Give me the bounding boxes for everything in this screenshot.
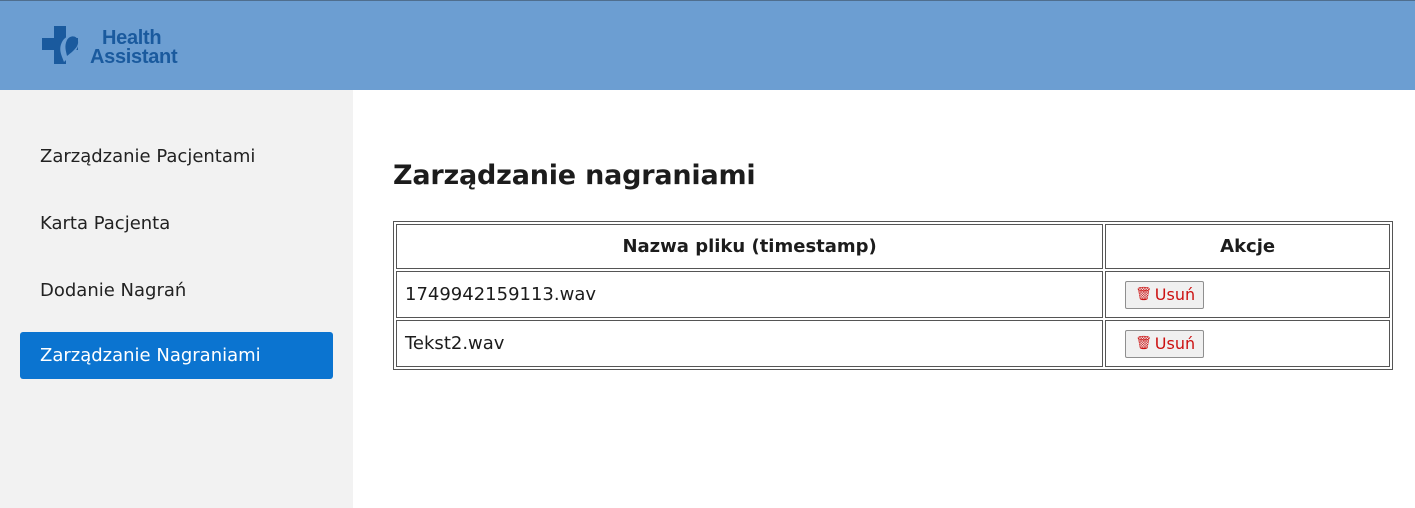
logo-line2: Assistant [90,46,178,68]
column-header-filename: Nazwa pliku (timestamp) [396,224,1104,269]
delete-button-label: Usuń [1154,285,1196,304]
sidebar-item-patients[interactable]: Zarządzanie Pacjentami [20,133,333,180]
sidebar-item-manage-recordings[interactable]: Zarządzanie Nagraniami [20,332,333,379]
logo-text: Health Assistant [90,28,178,68]
delete-button[interactable]: 🗑 Usuń [1125,329,1205,358]
delete-button-label: Usuń [1154,334,1196,353]
trash-icon: 🗑 [1135,336,1152,351]
delete-button[interactable]: 🗑 Usuń [1125,280,1205,309]
sidebar-item-patient-card[interactable]: Karta Pacjenta [20,200,333,247]
medical-cross-heart-icon [42,26,79,64]
top-header: Health Assistant [0,0,1415,90]
main-content: Zarządzanie nagraniami Nazwa pliku (time… [353,90,1415,508]
actions-cell: 🗑 Usuń [1105,320,1390,367]
app-root: Health Assistant Zarządzanie Pacjentami … [0,0,1415,508]
logo[interactable]: Health Assistant [40,23,178,71]
trash-icon: 🗑 [1135,287,1152,302]
actions-cell: 🗑 Usuń [1105,271,1390,318]
column-header-actions: Akcje [1105,224,1390,269]
table-row: Tekst2.wav 🗑 Usuń [396,320,1390,367]
filename-cell: Tekst2.wav [396,320,1104,367]
sidebar-item-add-recordings[interactable]: Dodanie Nagrań [20,267,333,314]
table-row: 1749942159113.wav 🗑 Usuń [396,271,1390,318]
page-title: Zarządzanie nagraniami [393,160,756,191]
recordings-table: Nazwa pliku (timestamp) Akcje 1749942159… [393,221,1393,370]
filename-cell: 1749942159113.wav [396,271,1104,318]
table-header-row: Nazwa pliku (timestamp) Akcje [396,224,1390,269]
sidebar: Zarządzanie Pacjentami Karta Pacjenta Do… [0,90,353,508]
